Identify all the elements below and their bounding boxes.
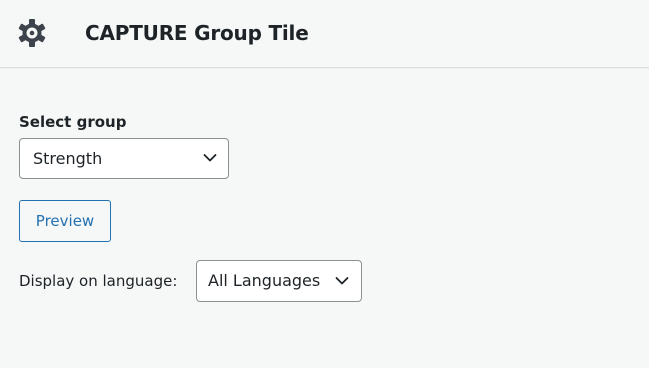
language-select[interactable]: All Languages [196, 260, 362, 302]
language-select-value: All Languages [208, 271, 321, 290]
group-select-value: Strength [33, 149, 103, 168]
gear-icon [18, 19, 46, 47]
chevron-down-icon [335, 277, 349, 285]
select-group-label: Select group [19, 113, 127, 131]
page-title: CAPTURE Group Tile [85, 21, 309, 45]
group-select[interactable]: Strength [19, 138, 229, 179]
language-label: Display on language: [19, 272, 178, 290]
chevron-down-icon [203, 154, 217, 162]
preview-button[interactable]: Preview [19, 200, 111, 242]
page-header: CAPTURE Group Tile [0, 0, 649, 68]
